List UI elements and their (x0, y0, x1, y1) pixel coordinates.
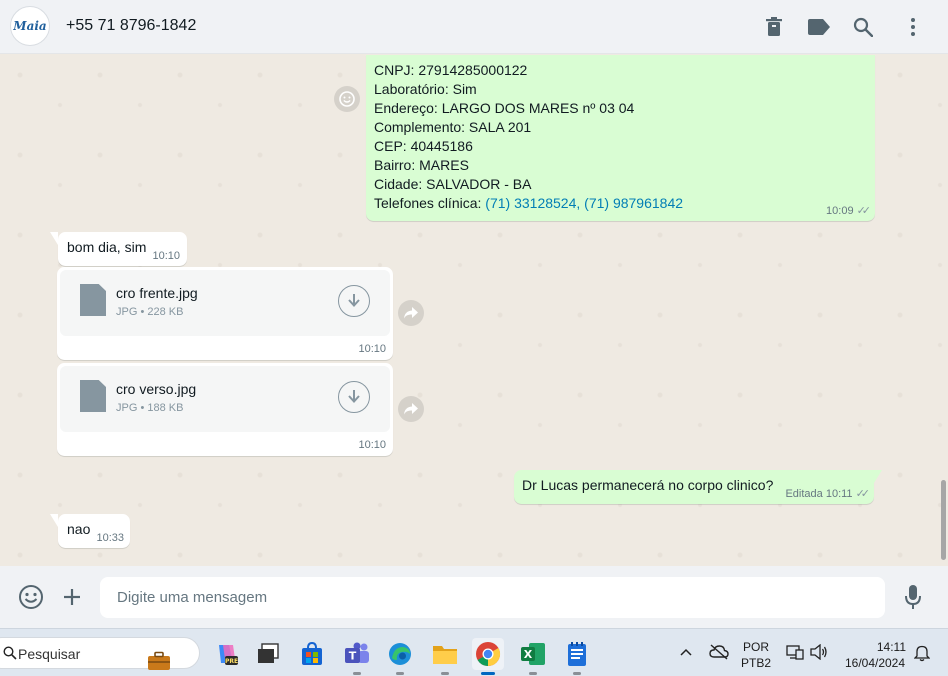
svg-text:X: X (524, 648, 533, 661)
document-meta: JPG • 188 KB (116, 402, 184, 414)
document-message[interactable]: cro verso.jpg JPG • 188 KB 10:10 (57, 363, 393, 456)
message-line: CEP: 40445186 (374, 138, 473, 154)
message-input[interactable] (100, 577, 885, 618)
document-card[interactable]: cro verso.jpg JPG • 188 KB (60, 366, 390, 432)
read-ticks-icon: ✓✓ (855, 488, 871, 500)
avatar-logo: Maia (13, 19, 47, 33)
phones-link[interactable]: (71) 33128524, (71) 987961842 (485, 195, 683, 211)
show-hidden-icons-icon[interactable] (680, 645, 692, 659)
document-meta: JPG • 228 KB (116, 306, 184, 318)
react-emoji-icon[interactable] (334, 86, 360, 112)
message-line: Laboratório: Sim (374, 81, 477, 97)
active-indicator (481, 672, 495, 675)
message-time: 10:11 (825, 488, 853, 500)
phones-label: Telefones clínica: (374, 195, 486, 211)
message-time: 10:09 (826, 205, 854, 217)
running-indicator (353, 672, 361, 675)
document-card[interactable]: cro frente.jpg JPG • 228 KB (60, 270, 390, 336)
message-time: 10:33 (96, 532, 124, 544)
forward-icon[interactable] (398, 300, 424, 326)
message-line: Telefones clínica: (71) 33128524, (71) 9… (374, 194, 867, 213)
document-file-icon (80, 284, 106, 316)
document-file-icon (80, 380, 106, 412)
search-icon (3, 646, 17, 660)
plus-icon[interactable] (58, 583, 86, 611)
language-indicator[interactable]: POR PTB2 (741, 639, 771, 671)
running-indicator (396, 672, 404, 675)
clock-time: 14:11 (876, 640, 906, 654)
contact-name[interactable]: +55 71 8796-1842 (66, 17, 196, 35)
chat-header: Maia +55 71 8796-1842 (0, 0, 948, 54)
windows-taskbar: Pesquisar PRE T X POR PTB2 14:11 16/04/2… (0, 628, 948, 676)
message-meta: 10:09 ✓✓ (826, 204, 872, 217)
document-name: cro verso.jpg (116, 381, 197, 397)
message-line: Complemento: SALA 201 (374, 119, 532, 135)
download-icon[interactable] (338, 285, 370, 317)
network-icon[interactable] (786, 644, 804, 663)
chat-area[interactable]: CNPJ: 27914285000122 Laboratório: Sim En… (0, 55, 948, 566)
read-ticks-icon: ✓✓ (856, 205, 872, 217)
search-label: Pesquisar (18, 646, 81, 662)
message-info-out[interactable]: CNPJ: 27914285000122 Laboratório: Sim En… (366, 55, 875, 221)
forward-icon[interactable] (398, 396, 424, 422)
message-meta: Editada 10:11 ✓✓ (785, 487, 871, 500)
excel-icon[interactable]: X (517, 638, 549, 675)
message-text: Dr Lucas permanecerá no corpo clinico? (522, 477, 774, 493)
briefcase-widget-icon[interactable] (147, 651, 171, 671)
edge-icon[interactable] (384, 638, 416, 675)
search-icon[interactable] (851, 15, 875, 39)
message-composer (0, 566, 948, 628)
message-time: 10:10 (358, 343, 386, 355)
message-text: nao (67, 521, 91, 537)
teams-icon[interactable]: T (341, 638, 373, 675)
message-out[interactable]: Dr Lucas permanecerá no corpo clinico? E… (514, 470, 882, 504)
document-message[interactable]: cro frente.jpg JPG • 228 KB 10:10 (57, 267, 393, 360)
notification-bell-icon[interactable] (913, 644, 931, 665)
message-in[interactable]: nao 10:33 (50, 514, 130, 548)
document-name: cro frente.jpg (116, 285, 198, 301)
download-icon[interactable] (338, 381, 370, 413)
message-time: 10:10 (152, 250, 180, 262)
menu-dots-icon[interactable] (901, 15, 925, 39)
copilot-icon[interactable]: PRE (210, 638, 242, 670)
task-view-icon[interactable] (252, 638, 284, 670)
taskbar-search[interactable]: Pesquisar (0, 637, 200, 671)
lang-bottom: PTB2 (741, 656, 772, 670)
lang-top: POR (743, 640, 770, 654)
running-indicator (573, 672, 581, 675)
svg-text:PRE: PRE (225, 658, 238, 665)
svg-text:T: T (349, 650, 357, 663)
clock-date: 16/04/2024 (844, 656, 906, 670)
emoji-icon[interactable] (17, 583, 45, 611)
message-in[interactable]: bom dia, sim 10:10 (50, 232, 187, 266)
label-icon[interactable] (807, 15, 831, 39)
file-explorer-icon[interactable] (429, 638, 461, 675)
message-line: Endereço: LARGO DOS MARES nº 03 04 (374, 100, 635, 116)
message-line: CNPJ: 27914285000122 (374, 62, 528, 78)
running-indicator (529, 672, 537, 675)
message-line: Cidade: SALVADOR - BA (374, 176, 532, 192)
message-text: bom dia, sim (67, 239, 147, 255)
volume-icon[interactable] (810, 643, 828, 663)
chrome-icon[interactable] (472, 638, 504, 675)
clock[interactable]: 14:11 16/04/2024 (842, 639, 908, 671)
running-indicator (441, 672, 449, 675)
message-line: Bairro: MARES (374, 157, 469, 173)
edited-label: Editada (785, 488, 823, 500)
cloud-offline-icon[interactable] (709, 644, 729, 663)
chat-scrollbar[interactable] (941, 480, 946, 560)
store-icon[interactable] (296, 638, 328, 670)
mic-icon[interactable] (899, 583, 927, 611)
delete-icon[interactable] (762, 15, 786, 39)
notepad-icon[interactable] (561, 638, 593, 675)
contact-avatar[interactable]: Maia (10, 6, 50, 46)
message-time: 10:10 (358, 439, 386, 451)
